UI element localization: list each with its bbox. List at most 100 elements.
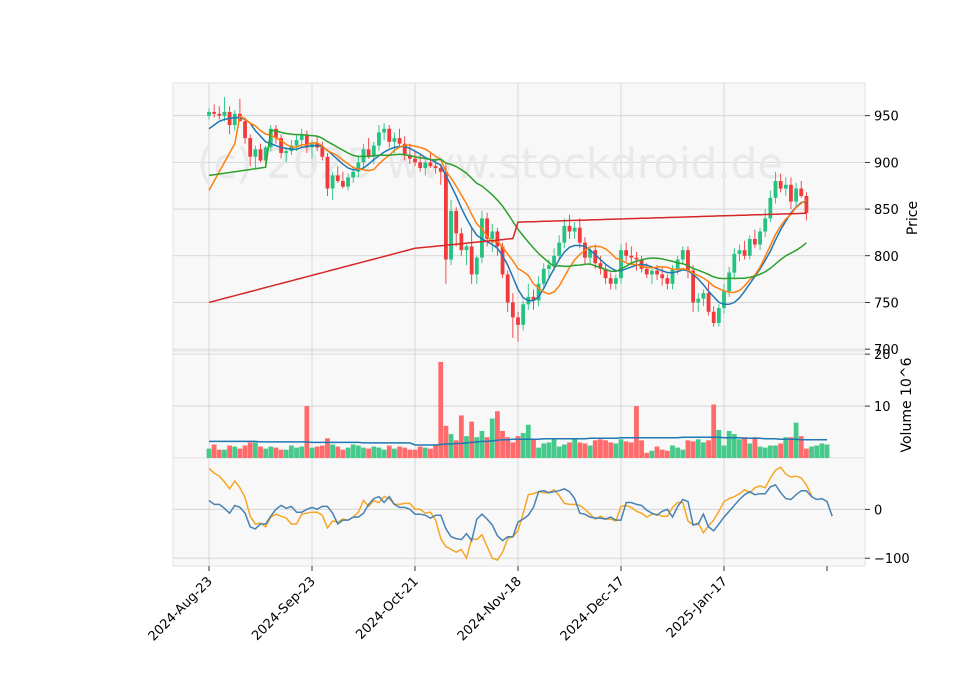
- volume-bar: [325, 438, 330, 458]
- candle-body: [335, 175, 340, 182]
- candle-body: [258, 149, 263, 161]
- volume-bar: [680, 449, 686, 458]
- candle-body: [768, 197, 773, 219]
- volume-bar: [227, 445, 232, 458]
- candle-body: [742, 250, 747, 256]
- volume-bar: [211, 444, 217, 458]
- candle-body: [392, 138, 397, 142]
- candle-body: [665, 278, 670, 284]
- candle-body: [454, 210, 459, 234]
- candle-body: [382, 128, 386, 133]
- volume-bar: [551, 439, 557, 458]
- volume-bar: [273, 447, 279, 458]
- candle-body: [629, 255, 634, 258]
- candle-body: [650, 270, 654, 275]
- candle-body: [387, 128, 392, 142]
- candle-body: [304, 134, 309, 148]
- volume-bar: [762, 447, 768, 458]
- candle-body: [737, 250, 742, 254]
- volume-bar: [701, 442, 706, 458]
- volume-bar: [376, 447, 382, 458]
- volume-bar: [495, 411, 500, 458]
- volume-tick-label: 20: [874, 348, 891, 363]
- volume-bar: [216, 449, 222, 458]
- candle-body: [686, 250, 690, 271]
- volume-bar: [350, 444, 356, 458]
- volume-bar: [675, 447, 681, 458]
- volume-bar: [726, 430, 732, 458]
- candle-body: [212, 111, 217, 114]
- volume-bar: [484, 437, 490, 458]
- oscillator-panel-bg: [172, 457, 866, 567]
- volume-bar: [757, 446, 763, 458]
- candle-body: [217, 113, 222, 116]
- volume-bar: [278, 449, 284, 458]
- volume-bar: [592, 440, 598, 458]
- volume-bar: [690, 441, 696, 458]
- candle-body: [243, 121, 247, 139]
- candle-body: [747, 238, 752, 256]
- volume-bar: [608, 442, 614, 458]
- x-tick-label: 2024-Dec-17: [558, 574, 628, 644]
- volume-bar: [556, 446, 562, 458]
- candle-body: [284, 151, 289, 154]
- x-tick-label: 2024-Oct-21: [353, 574, 421, 642]
- candle-body: [505, 274, 510, 303]
- candle-body: [794, 188, 798, 202]
- candle-body: [449, 210, 453, 260]
- candle-body: [330, 175, 335, 189]
- volume-bar: [340, 449, 346, 458]
- candle-body: [469, 246, 474, 275]
- volume-bar: [283, 449, 289, 458]
- volume-bar: [711, 404, 717, 458]
- volume-bar: [546, 442, 552, 458]
- volume-bar: [747, 443, 753, 458]
- candle-body: [495, 231, 500, 247]
- volume-bar: [355, 445, 361, 458]
- candle-body: [346, 177, 350, 187]
- volume-bar: [500, 430, 505, 458]
- candle-body: [763, 218, 768, 232]
- candle-body: [294, 139, 299, 146]
- candle-body: [608, 278, 613, 284]
- volume-bar: [247, 442, 253, 458]
- candle-body: [222, 111, 227, 116]
- volume-bar: [695, 439, 701, 458]
- volume-bar: [664, 450, 670, 458]
- price-tick-label: 900: [874, 156, 899, 171]
- candle-body: [624, 250, 629, 256]
- volume-bar: [263, 448, 269, 458]
- volume-bar: [567, 442, 572, 458]
- volume-bar: [433, 445, 438, 458]
- candle-body: [644, 268, 649, 275]
- volume-bar: [767, 445, 773, 458]
- candle-body: [675, 259, 680, 269]
- candle-body: [500, 246, 505, 275]
- volume-bar: [737, 439, 742, 458]
- volume-tick-label: 10: [874, 400, 891, 415]
- volume-bar: [438, 361, 444, 458]
- volume-bar: [525, 424, 531, 458]
- candle-body: [727, 272, 732, 292]
- volume-bar: [289, 445, 294, 458]
- volume-bar: [654, 446, 660, 458]
- volume-bar: [314, 446, 320, 458]
- volume-bar: [685, 440, 691, 458]
- volume-bar: [773, 445, 778, 458]
- price-panel-bg: [172, 82, 866, 352]
- volume-bar: [778, 443, 784, 458]
- candle-body: [722, 291, 726, 309]
- volume-bar: [572, 439, 578, 458]
- price-tick-label: 850: [874, 203, 899, 218]
- volume-bar: [397, 446, 402, 458]
- candle-body: [423, 162, 428, 168]
- volume-bar: [345, 447, 351, 458]
- candle-body: [577, 227, 582, 243]
- volume-bar: [402, 447, 408, 458]
- candle-body: [758, 231, 762, 245]
- volume-bar: [603, 440, 608, 458]
- volume-bar: [531, 439, 536, 458]
- volume-bar: [412, 449, 418, 458]
- volume-bar: [598, 439, 603, 458]
- volume-bar: [541, 443, 547, 458]
